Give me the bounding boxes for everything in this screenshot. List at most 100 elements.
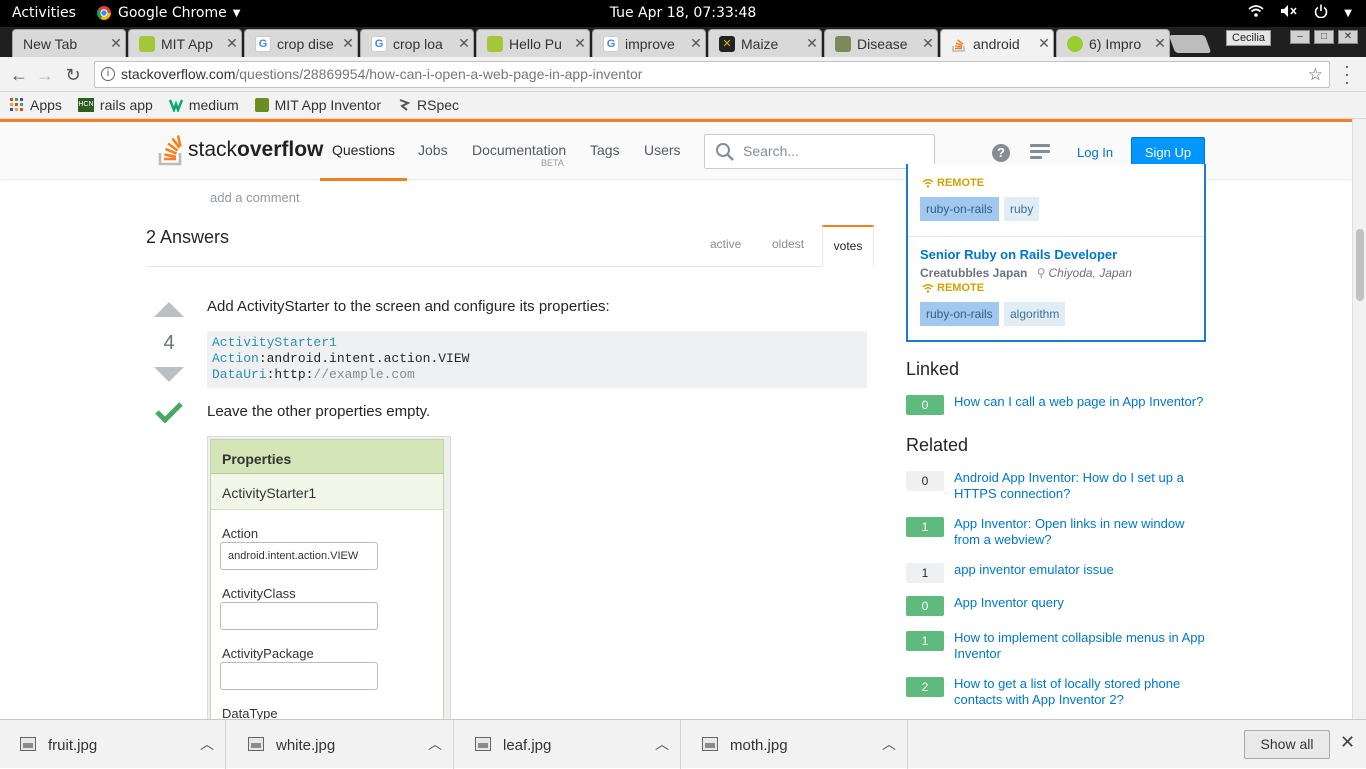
maximize-icon[interactable]: □ [1314,30,1334,44]
close-icon[interactable]: ✕ [803,35,821,52]
so-logo[interactable]: stackoverflow [158,134,323,166]
address-bar[interactable]: i stackoverflow.com/questions/28869954/h… [94,61,1330,88]
help-icon[interactable]: ? [992,144,1010,162]
chrome-menu-icon[interactable]: · · · [1342,57,1352,91]
download-item[interactable]: leaf.jpg ︿ [455,720,681,769]
tab-sort-oldest[interactable]: oldest [772,237,804,251]
property-label: ActivityPackage [222,646,314,661]
nav-jobs[interactable]: Jobs [418,142,448,158]
tab-6-improve[interactable]: 6) Impro ✕ [1056,29,1170,57]
code-block[interactable]: ActivityStarter1 Action:android.intent.a… [207,331,867,388]
bookmark-mit-app-inventor[interactable]: MIT App Inventor [254,97,381,113]
download-item[interactable]: white.jpg ︿ [228,720,454,769]
related-question-link[interactable]: app inventor emulator issue [954,562,1210,578]
system-tray[interactable]: ▼ [1248,4,1352,22]
nav-questions[interactable]: Questions [332,142,395,158]
tab-improved[interactable]: Gimprove ✕ [592,29,706,57]
profile-badge[interactable]: Cecilia [1226,30,1272,46]
linked-question-link[interactable]: How can I call a web page in App Invento… [954,394,1210,410]
bookmarks-bar: Apps HCN rails app medium MIT App Invent… [0,92,1366,119]
close-window-icon[interactable]: ✕ [1338,30,1358,44]
bookmark-medium[interactable]: medium [168,97,239,113]
wifi-icon [922,179,934,188]
tab-new-tab[interactable]: New Tab ✕ [12,29,126,57]
related-question-link[interactable]: How to get a list of locally stored phon… [954,676,1210,708]
tag-ruby[interactable]: ruby [1004,197,1040,221]
nav-tags[interactable]: Tags [590,142,620,158]
tab-maize[interactable]: ✕ Maize ✕ [708,29,822,57]
android-icon [487,35,503,52]
forward-arrow-icon[interactable]: → [34,64,56,86]
tab-hello-pu[interactable]: Hello Pu ✕ [476,29,590,57]
back-arrow-icon[interactable]: ← [8,64,30,86]
bookmark-rspec[interactable]: RSpec [397,97,459,113]
show-all-downloads-button[interactable]: Show all [1244,730,1330,759]
system-top-bar: Activities Google Chrome ▼ Tue Apr 18, 0… [0,0,1366,27]
tab-sort-active[interactable]: active [710,237,741,251]
bookmark-rails-app[interactable]: HCN rails app [77,97,153,113]
vote-count: 4 [163,332,175,354]
tab-sort-votes[interactable]: votes [822,225,874,267]
close-icon[interactable]: ✕ [1340,732,1355,753]
minimize-icon[interactable]: – [1290,30,1310,44]
new-tab-button[interactable] [1168,35,1212,53]
tab-disease[interactable]: Disease ✕ [824,29,938,57]
property-label: Action [222,526,259,541]
related-question-link[interactable]: App Inventor: Open links in new window f… [954,516,1210,548]
clock[interactable]: Tue Apr 18, 07:33:48 [0,5,1366,21]
close-icon[interactable]: ✕ [919,35,937,52]
related-question-link[interactable]: Android App Inventor: How do I set up a … [954,470,1210,502]
tab-title: crop loa [393,35,443,52]
window-controls: – □ ✕ [1290,30,1358,44]
page-scrollbar[interactable] [1352,119,1366,719]
job-title-link[interactable]: Senior Ruby on Rails Developer [920,247,1117,262]
bookmark-apps[interactable]: Apps [10,97,62,113]
score-badge: 1 [906,563,944,583]
chevron-up-icon[interactable]: ︿ [882,734,896,754]
nav-users[interactable]: Users [644,142,681,158]
reload-icon[interactable]: ↻ [62,64,84,86]
chevron-up-icon[interactable]: ︿ [200,734,214,754]
close-icon[interactable]: ✕ [1035,35,1053,52]
close-icon[interactable]: ✕ [339,35,357,52]
download-filename: moth.jpg [730,737,788,754]
downvote-arrow-icon[interactable] [154,367,184,382]
tab-android-active[interactable]: android ✕ [940,29,1054,57]
chevron-up-icon[interactable]: ︿ [655,734,669,754]
login-link[interactable]: Log In [1077,145,1113,160]
info-icon[interactable]: i [101,67,115,81]
close-icon[interactable]: ✕ [223,35,241,52]
tag-ruby-on-rails[interactable]: ruby-on-rails [920,197,999,221]
tag-algorithm[interactable]: algorithm [1004,302,1066,326]
review-queue-icon[interactable] [1030,144,1050,162]
search-input[interactable]: Search... [704,134,935,169]
remote-label: REMOTE [922,282,984,294]
bookmark-star-icon[interactable]: ☆ [1308,62,1323,87]
download-item[interactable]: fruit.jpg ︿ [0,720,226,769]
close-icon[interactable]: ✕ [455,35,473,52]
browser-tab-strip: New Tab ✕ MIT App ✕ Gcrop dise ✕ Gcrop loa ✕… [0,27,1366,57]
close-icon[interactable]: ✕ [1151,35,1169,52]
tab-crop-disease[interactable]: Gcrop dise ✕ [244,29,358,57]
nav-documentation[interactable]: Documentation [472,142,566,158]
related-question-link[interactable]: App Inventor query [954,595,1210,611]
tab-title: MIT App [161,35,213,52]
chevron-up-icon[interactable]: ︿ [428,734,442,754]
tab-crop-loss[interactable]: Gcrop loa ✕ [360,29,474,57]
related-question-link[interactable]: How to implement collapsible menus in Ap… [954,630,1210,662]
close-icon[interactable]: ✕ [687,35,705,52]
divider [908,236,1204,237]
close-icon[interactable]: ✕ [571,35,589,52]
scrollbar-thumb[interactable] [1356,229,1364,301]
hcn-icon: HCN [77,98,94,112]
page-viewport: stackoverflow Questions Jobs Documentati… [0,119,1352,719]
close-icon[interactable]: ✕ [107,35,125,52]
bookmark-label: Apps [30,97,62,113]
download-item[interactable]: moth.jpg ︿ [682,720,908,769]
tab-mit-app[interactable]: MIT App ✕ [128,29,242,57]
add-comment-link[interactable]: add a comment [210,190,300,205]
tag-ruby-on-rails[interactable]: ruby-on-rails [920,302,999,326]
code-token: DataUri [212,367,267,382]
volume-muted-icon [1280,4,1298,22]
upvote-arrow-icon[interactable] [154,302,184,317]
